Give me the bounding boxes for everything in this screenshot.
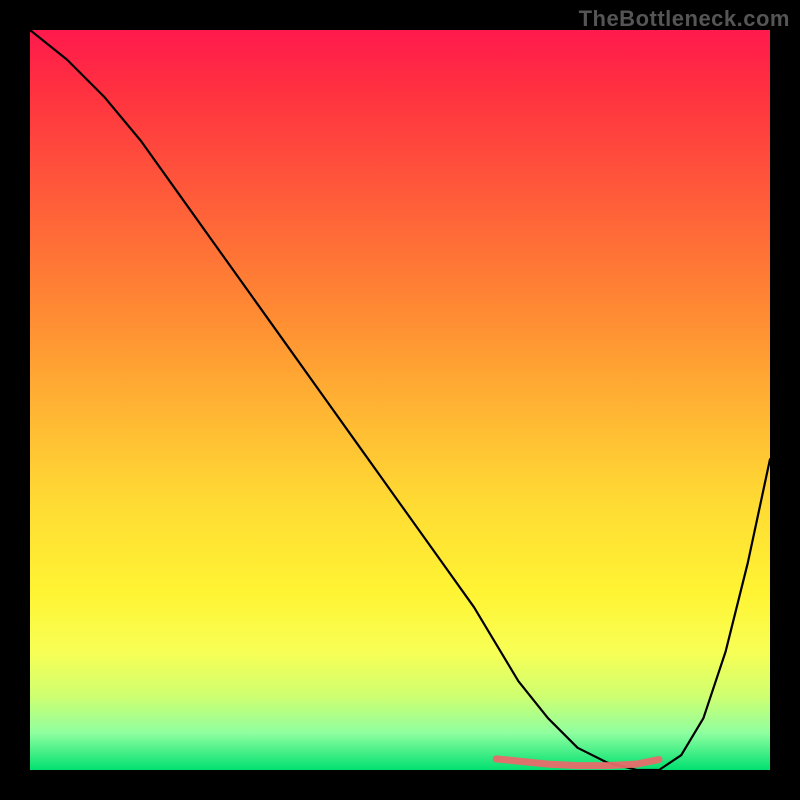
chart-svg (30, 30, 770, 770)
sweet-spot-highlight (496, 759, 659, 766)
watermark-text: TheBottleneck.com (579, 6, 790, 32)
plot-outer (30, 30, 770, 770)
bottleneck-curve (30, 30, 770, 770)
chart-frame: TheBottleneck.com (0, 0, 800, 800)
